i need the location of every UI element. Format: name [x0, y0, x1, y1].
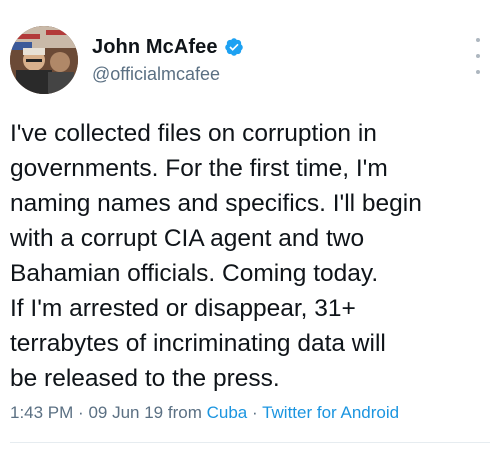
from-label: from [167, 403, 202, 422]
avatar-image [10, 26, 78, 94]
avatar[interactable] [10, 26, 78, 94]
tweet-time[interactable]: 1:43 PM [10, 403, 73, 422]
tweet-text-line: naming names and specifics. I'll begin [10, 190, 422, 217]
more-vertical-icon[interactable] [472, 38, 484, 74]
tweet-text-line: If I'm arrested or disappear, 31+ [10, 295, 356, 322]
tweet-header: John McAfee @officialmcafee [10, 20, 490, 96]
more-dot [476, 70, 480, 74]
tweet-text-line: be released to the press. [10, 365, 280, 392]
tweet-text-line: governments. For the first time, I'm [10, 155, 388, 182]
tweet-text-line: terrabytes of incriminating data will [10, 330, 386, 357]
tweet-text-line: I've collected files on corruption in [10, 120, 377, 147]
meta-separator: · [78, 403, 84, 422]
location-link[interactable]: Cuba [207, 403, 248, 422]
meta-separator: · [251, 403, 258, 422]
more-dot [476, 54, 480, 58]
tweet-text: I've collected files on corruption in go… [10, 116, 490, 396]
author-handle[interactable]: @officialmcafee [92, 64, 244, 85]
tweet-date[interactable]: 09 Jun 19 [88, 403, 163, 422]
verified-badge-icon [224, 37, 244, 57]
display-name[interactable]: John McAfee [92, 36, 218, 59]
tweet-card: John McAfee @officialmcafee I've collect… [0, 0, 500, 462]
tweet-text-line: Bahamian officials. Coming today. [10, 260, 379, 287]
more-dot [476, 38, 480, 42]
tweet-meta: 1:43 PM · 09 Jun 19 from Cuba · Twitter … [10, 403, 399, 423]
tweet-text-line: with a corrupt CIA agent and two [10, 225, 365, 252]
client-link[interactable]: Twitter for Android [262, 403, 399, 422]
author-names: John McAfee @officialmcafee [92, 34, 244, 85]
display-name-row: John McAfee [92, 34, 244, 60]
divider [10, 442, 490, 443]
